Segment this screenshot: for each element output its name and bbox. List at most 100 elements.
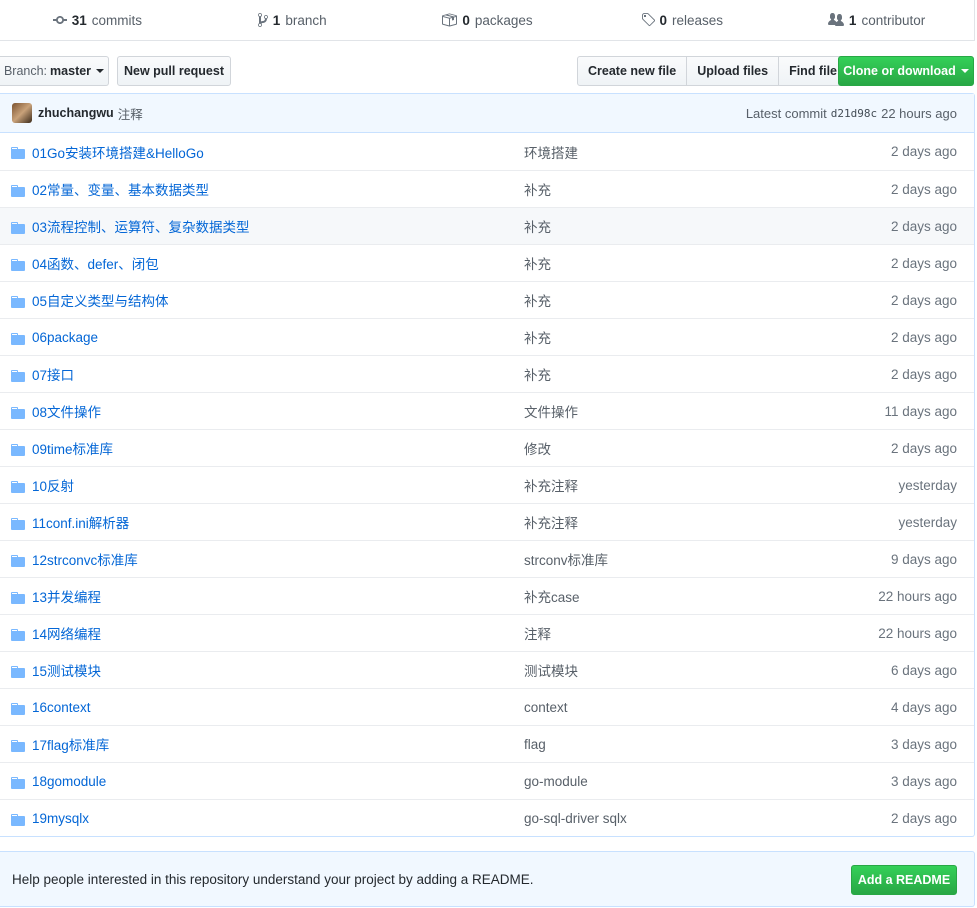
file-row: 02常量、变量、基本数据类型 补充 2 days ago <box>0 170 974 207</box>
file-age: yesterday <box>898 477 957 493</box>
folder-icon <box>11 145 25 164</box>
file-name-link[interactable]: 14网络编程 <box>32 623 101 643</box>
file-commit-message[interactable]: 补充case <box>524 586 580 606</box>
file-name-link[interactable]: 12strconvc标准库 <box>32 549 138 569</box>
folder-icon <box>11 183 25 202</box>
file-name-link[interactable]: 10反射 <box>32 475 74 495</box>
file-name-link[interactable]: 17flag标准库 <box>32 734 109 754</box>
file-age: 2 days ago <box>890 181 957 197</box>
commit-message[interactable]: 注释 <box>118 104 143 123</box>
file-name-link[interactable]: 15测试模块 <box>32 660 101 680</box>
file-commit-message[interactable]: 补充注释 <box>524 512 578 532</box>
commit-sha[interactable]: d21d98c <box>831 107 877 120</box>
file-name-link[interactable]: 18gomodule <box>32 774 106 789</box>
file-age: 22 hours ago <box>878 588 957 604</box>
file-row: 12strconvc标准库 strconv标准库 9 days ago <box>0 540 974 577</box>
releases-link[interactable]: 0 releases <box>584 0 779 40</box>
file-name-link[interactable]: 05自定义类型与结构体 <box>32 290 169 310</box>
latest-commit-label: Latest commit <box>745 105 827 121</box>
file-row: 01Go安装环境搭建&HelloGo 环境搭建 2 days ago <box>0 133 974 170</box>
folder-icon <box>11 738 25 757</box>
file-name-link[interactable]: 07接口 <box>32 364 74 384</box>
contributors-label: contributor <box>861 12 926 28</box>
file-commit-message[interactable]: 测试模块 <box>524 660 578 680</box>
file-age: 6 days ago <box>890 662 957 678</box>
branches-link[interactable]: 1 branch <box>195 0 390 40</box>
packages-link[interactable]: 0 packages <box>390 0 585 40</box>
file-commit-message[interactable]: 文件操作 <box>524 401 578 421</box>
avatar[interactable] <box>12 103 32 123</box>
packages-count: 0 <box>462 12 470 28</box>
file-commit-message[interactable]: strconv标准库 <box>524 549 608 569</box>
file-commit-message[interactable]: 注释 <box>524 623 551 643</box>
file-age: 3 days ago <box>890 736 957 752</box>
file-name-link[interactable]: 01Go安装环境搭建&HelloGo <box>32 142 204 162</box>
commit-age: 22 hours ago <box>881 105 957 121</box>
file-name-link[interactable]: 11conf.ini解析器 <box>32 512 129 532</box>
file-age: 2 days ago <box>890 810 957 826</box>
file-commit-message[interactable]: 补充 <box>524 364 551 384</box>
folder-icon <box>11 812 25 831</box>
file-row: 19mysqlx go-sql-driver sqlx 2 days ago <box>0 799 974 836</box>
file-commit-message[interactable]: go-sql-driver sqlx <box>524 811 627 826</box>
file-commit-message[interactable]: 补充 <box>524 327 551 347</box>
file-commit-message[interactable]: 补充 <box>524 179 551 199</box>
file-rows: 01Go安装环境搭建&HelloGo 环境搭建 2 days ago 02常量、变量、… <box>0 133 974 836</box>
releases-count: 0 <box>659 12 668 28</box>
file-row: 10反射 补充注释 yesterday <box>0 466 974 503</box>
file-commit-message[interactable]: 环境搭建 <box>524 142 578 162</box>
file-name-link[interactable]: 04函数、defer、闭包 <box>32 253 159 273</box>
file-age: 4 days ago <box>890 699 957 715</box>
commit-author[interactable]: zhuchangwu <box>38 106 114 120</box>
folder-icon <box>11 516 25 535</box>
repo-summary-bar: 31 commits 1 branch 0 packages 0 release… <box>0 0 975 41</box>
file-row: 09time标准库 修改 2 days ago <box>0 429 974 466</box>
file-commit-message[interactable]: flag <box>524 737 546 752</box>
file-age: 2 days ago <box>890 329 957 345</box>
file-commit-message[interactable]: go-module <box>524 774 588 789</box>
latest-commit-info: Latest commit d21d98c 22 hours ago <box>746 106 957 121</box>
people-icon <box>827 13 844 26</box>
file-age: 9 days ago <box>890 551 957 567</box>
clone-or-download-label: Clone or download <box>843 64 956 78</box>
commits-link[interactable]: 31 commits <box>0 0 195 40</box>
file-name-link[interactable]: 13并发编程 <box>32 586 101 606</box>
file-age: 3 days ago <box>890 773 957 789</box>
branch-select-button[interactable]: Branch: master <box>0 56 109 86</box>
file-commit-message[interactable]: 补充注释 <box>524 475 578 495</box>
new-pull-request-button[interactable]: New pull request <box>117 56 231 86</box>
file-age: 11 days ago <box>884 403 957 419</box>
folder-icon <box>11 442 25 461</box>
file-name-link[interactable]: 08文件操作 <box>32 401 101 421</box>
file-name-link[interactable]: 16context <box>32 700 91 715</box>
file-name-link[interactable]: 02常量、变量、基本数据类型 <box>32 179 209 199</box>
file-actions-group: Create new file Upload files Find file <box>577 56 848 86</box>
file-row: 08文件操作 文件操作 11 days ago <box>0 392 974 429</box>
clone-or-download-button[interactable]: Clone or download <box>838 56 974 86</box>
folder-icon <box>11 775 25 794</box>
file-age: 22 hours ago <box>878 625 957 641</box>
upload-files-button[interactable]: Upload files <box>686 56 780 86</box>
file-commit-message[interactable]: 修改 <box>524 438 551 458</box>
releases-label: releases <box>672 12 724 28</box>
file-name-link[interactable]: 09time标准库 <box>32 438 113 458</box>
create-new-file-button[interactable]: Create new file <box>577 56 688 86</box>
folder-icon <box>11 627 25 646</box>
file-commit-message[interactable]: 补充 <box>524 290 551 310</box>
commits-label: commits <box>91 12 143 28</box>
file-commit-message[interactable]: context <box>524 700 568 715</box>
file-name-link[interactable]: 03流程控制、运算符、复杂数据类型 <box>32 216 250 236</box>
folder-icon <box>11 664 25 683</box>
file-age: 2 days ago <box>890 218 957 234</box>
file-name-link[interactable]: 19mysqlx <box>32 811 89 826</box>
branch-name: master <box>50 64 92 78</box>
add-readme-button[interactable]: Add a README <box>851 865 957 895</box>
file-commit-message[interactable]: 补充 <box>524 216 551 236</box>
contributors-link[interactable]: 1 contributor <box>779 0 974 40</box>
commit-icon <box>52 16 67 24</box>
file-commit-message[interactable]: 补充 <box>524 253 551 273</box>
file-age: 2 days ago <box>890 255 957 271</box>
folder-icon <box>11 701 25 720</box>
file-name-link[interactable]: 06package <box>32 330 98 345</box>
branches-count: 1 <box>272 12 281 28</box>
